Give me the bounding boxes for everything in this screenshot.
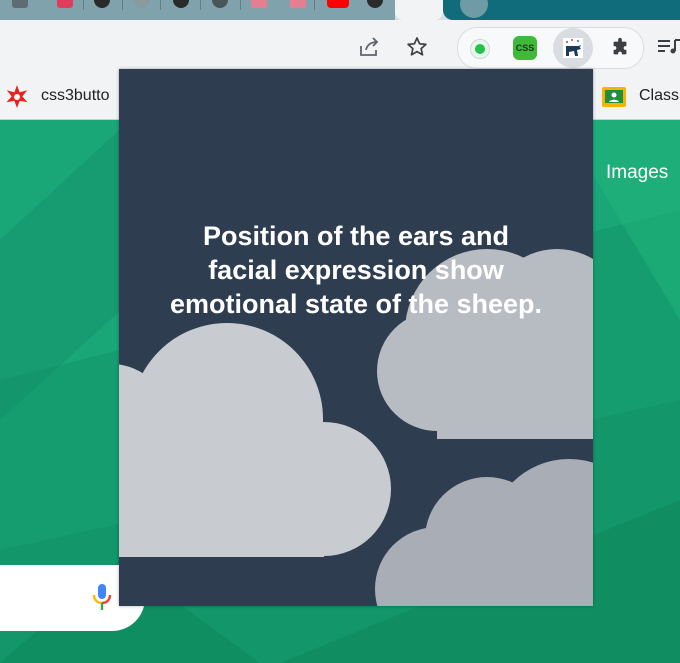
browser-toolbar: CSS [0, 20, 680, 75]
clouds-illustration [119, 249, 593, 606]
extensions-puzzle-icon [613, 37, 627, 55]
cloud-lower-right [375, 459, 593, 606]
share-icon [360, 37, 379, 56]
sheep-fact-text: Position of the ears and facial expressi… [169, 221, 543, 319]
reading-list-icon [658, 39, 680, 54]
star-icon [407, 37, 427, 56]
youtube-favicon[interactable] [327, 0, 349, 8]
tab-favicon[interactable] [57, 0, 73, 8]
tab-favicon[interactable] [290, 0, 306, 8]
tab-strip [0, 0, 680, 20]
cloud-left [119, 323, 391, 557]
tab-favicon[interactable] [251, 0, 267, 8]
css-extension-button[interactable]: CSS [513, 36, 537, 60]
sheep-facts-extension-button[interactable] [553, 28, 593, 68]
css-badge-label: CSS [515, 43, 535, 53]
microphone-icon[interactable] [92, 583, 112, 611]
css3-bookmark[interactable]: css3butto [4, 81, 134, 113]
green-extension-button[interactable] [470, 39, 490, 59]
images-link[interactable]: Images [606, 162, 668, 184]
green-dot-icon [475, 44, 485, 54]
classroom-icon [602, 87, 626, 107]
tab-favicon[interactable] [12, 0, 28, 8]
extensions-group: CSS [457, 27, 644, 69]
active-tab[interactable] [395, 0, 443, 20]
bookmark-star-button[interactable] [403, 33, 431, 61]
bookmark-label-css3: css3butto [41, 87, 110, 104]
share-button[interactable] [355, 33, 383, 61]
sheep-facts-popup: Position of the ears and facial expressi… [119, 69, 593, 606]
extensions-menu-button[interactable] [609, 37, 631, 64]
reading-list-button[interactable] [654, 33, 680, 61]
classroom-bookmark[interactable]: Class [601, 81, 680, 113]
bookmark-label-classroom: Class [639, 87, 680, 104]
css3-bookmark-icon [6, 85, 28, 108]
sheep-extension-icon [563, 38, 583, 58]
